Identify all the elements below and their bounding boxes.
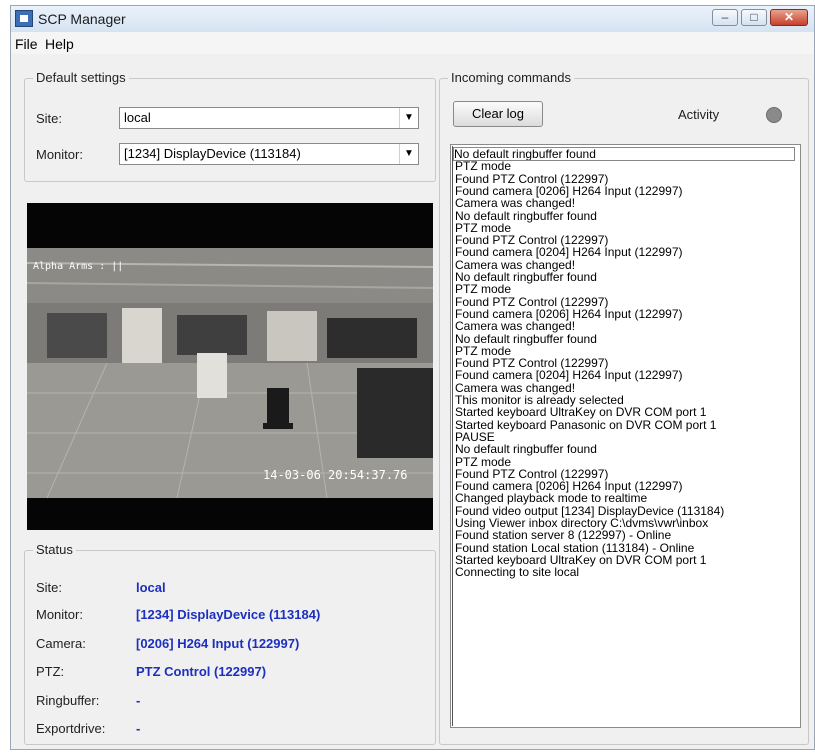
chevron-down-icon[interactable]: ▼ [399, 108, 418, 128]
log-line[interactable]: Found station server 8 (122997) - Online [455, 529, 671, 542]
site-select-value: local [124, 110, 151, 125]
log-line[interactable]: Camera was changed! [455, 320, 575, 333]
log-line[interactable]: Camera was changed! [455, 197, 575, 210]
log-line[interactable]: No default ringbuffer found [455, 209, 597, 222]
window-title: SCP Manager [38, 11, 126, 27]
log-line[interactable]: No default ringbuffer found [455, 332, 597, 345]
incoming-log-list[interactable]: No default ringbuffer found PTZ mode Found… [450, 144, 801, 728]
default-settings-title: Default settings [33, 70, 129, 85]
menu-file[interactable]: File [15, 36, 38, 52]
log-line[interactable]: PTZ mode [455, 283, 511, 296]
activity-label: Activity [678, 107, 720, 122]
clear-log-button[interactable]: Clear log [453, 101, 543, 127]
main-window: SCP Manager – □ ✕ File Help Default sett… [10, 5, 815, 750]
default-settings-group: Default settings [24, 70, 436, 182]
title-bar[interactable]: SCP Manager – □ ✕ [11, 6, 814, 33]
status-exportdrive-value: - [136, 721, 141, 736]
log-line[interactable]: Changed playback mode to realtime [455, 492, 647, 505]
menu-bar: File Help [11, 32, 814, 54]
site-select[interactable]: local ▼ [119, 107, 419, 129]
status-site-label: Site: [36, 580, 63, 595]
status-exportdrive-label: Exportdrive: [36, 721, 106, 736]
status-camera-value: [0206] H264 Input (122997) [136, 636, 300, 651]
status-camera-label: Camera: [36, 636, 86, 651]
status-ptz-label: PTZ: [36, 664, 65, 679]
monitor-label: Monitor: [36, 147, 83, 162]
camera-overlay-label: Alpha Arms : || [33, 261, 124, 272]
video-preview[interactable]: Alpha Arms : || 14-03-06 20:54:37.76 [27, 203, 433, 530]
status-ringbuffer-label: Ringbuffer: [36, 693, 100, 708]
monitor-select[interactable]: [1234] DisplayDevice (113184) ▼ [119, 143, 419, 165]
log-line[interactable]: Connecting to site local [455, 566, 579, 579]
log-line[interactable]: Started keyboard UltraKey on DVR COM por… [455, 406, 706, 419]
monitor-select-value: [1234] DisplayDevice (113184) [124, 146, 301, 161]
menu-help[interactable]: Help [45, 36, 74, 52]
status-site-value: local [136, 580, 166, 595]
activity-indicator-icon [766, 107, 782, 123]
incoming-commands-title: Incoming commands [448, 70, 574, 85]
minimize-button[interactable]: – [712, 9, 738, 26]
maximize-button[interactable]: □ [741, 9, 767, 26]
log-line[interactable]: Found camera [0204] H264 Input (122997) [455, 369, 682, 382]
app-icon [15, 10, 33, 27]
log-line[interactable]: PTZ mode [455, 160, 511, 173]
log-line[interactable]: Found camera [0204] H264 Input (122997) [455, 246, 682, 259]
status-monitor-value: [1234] DisplayDevice (113184) [136, 607, 321, 622]
log-line[interactable]: No default ringbuffer found [455, 443, 597, 456]
status-title: Status [33, 542, 76, 557]
log-line[interactable]: PTZ mode [455, 455, 511, 468]
status-ptz-value: PTZ Control (122997) [136, 664, 267, 679]
site-label: Site: [36, 111, 63, 126]
chevron-down-icon[interactable]: ▼ [399, 144, 418, 164]
close-button[interactable]: ✕ [770, 9, 808, 26]
log-scroll-track [452, 146, 453, 726]
status-monitor-label: Monitor: [36, 607, 83, 622]
camera-timestamp: 14-03-06 20:54:37.76 [263, 468, 408, 482]
status-ringbuffer-value: - [136, 693, 141, 708]
